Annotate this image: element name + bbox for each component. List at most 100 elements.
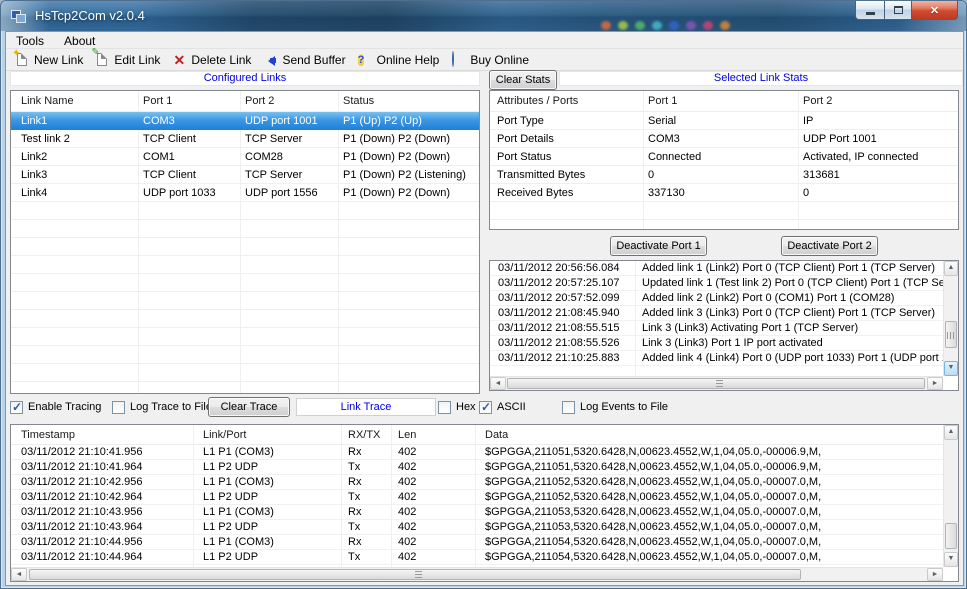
trace-row[interactable]: 03/11/2012 21:10:42.956 L1 P1 (COM3) Rx … [11, 475, 943, 490]
menu-tools[interactable]: Tools [6, 32, 54, 48]
cell-link-port: L1 P1 (COM3) [193, 535, 341, 550]
scroll-right-icon[interactable] [927, 568, 943, 581]
trace-row[interactable]: 03/11/2012 21:10:43.964 L1 P2 UDP Tx 402… [11, 520, 943, 535]
event-row[interactable]: 03/11/2012 21:08:45.940 Added link 3 (Li… [490, 306, 943, 321]
event-row[interactable]: 03/11/2012 20:56:56.084 Added link 1 (Li… [490, 261, 943, 276]
column-header-port2[interactable]: Port 2 [240, 91, 338, 111]
cell-event-message: Added link 1 (Link2) Port 0 (TCP Client)… [635, 261, 943, 276]
enable-tracing-checkbox[interactable]: Enable Tracing [10, 399, 101, 415]
clear-trace-button[interactable]: Clear Trace [208, 397, 290, 417]
scroll-down-icon[interactable] [944, 552, 958, 567]
cell-event-time: 03/11/2012 21:10:25.883 [490, 351, 635, 366]
cell-event-message: Updated link 1 (Test link 2) Port 0 (TCP… [635, 276, 943, 291]
link-row[interactable]: Link4 UDP port 1033 UDP port 1556 P1 (Do… [11, 184, 479, 202]
event-row[interactable]: 03/11/2012 20:57:25.107 Updated link 1 (… [490, 276, 943, 291]
column-header-status[interactable]: Status [338, 91, 479, 111]
clear-stats-button[interactable]: Clear Stats [489, 70, 557, 90]
delete-link-button[interactable]: ✕ Delete Link [167, 51, 258, 69]
column-header-rxtx[interactable]: RX/TX [341, 425, 391, 444]
edit-link-label: Edit Link [114, 53, 160, 67]
trace-vscrollbar[interactable] [943, 425, 958, 567]
column-header-stats-port2[interactable]: Port 2 [798, 91, 958, 111]
title-bar[interactable]: HsTcp2Com v2.0.4 ✕ [1, 1, 966, 31]
cell-rxtx: Tx [341, 490, 391, 505]
scroll-left-icon[interactable] [11, 568, 27, 581]
link-row[interactable]: Link2 COM1 COM28 P1 (Down) P2 (Down) [11, 148, 479, 166]
scroll-up-icon[interactable] [944, 261, 958, 276]
scroll-thumb[interactable] [945, 523, 957, 549]
ascii-checkbox[interactable]: ASCII [479, 399, 526, 415]
trace-row[interactable]: 03/11/2012 21:10:42.964 L1 P2 UDP Tx 402… [11, 490, 943, 505]
deactivate-port2-button[interactable]: Deactivate Port 2 [781, 236, 878, 256]
buy-online-button[interactable]: Buy Online [446, 51, 536, 69]
deactivate-port1-button[interactable]: Deactivate Port 1 [610, 236, 707, 256]
maximize-button[interactable] [884, 1, 912, 20]
event-row[interactable]: 03/11/2012 21:10:25.883 Added link 4 (Li… [490, 351, 943, 366]
scroll-thumb[interactable] [507, 378, 925, 389]
hex-checkbox[interactable]: Hex [438, 399, 476, 415]
menu-about[interactable]: About [54, 32, 105, 48]
cell-rxtx: Rx [341, 445, 391, 460]
cell-port2: COM28 [240, 148, 338, 166]
column-header-len[interactable]: Len [391, 425, 475, 444]
trace-hscrollbar[interactable] [11, 567, 943, 581]
link-row[interactable]: Test link 2 TCP Client TCP Server P1 (Do… [11, 130, 479, 148]
trace-row[interactable]: 03/11/2012 21:10:43.956 L1 P1 (COM3) Rx … [11, 505, 943, 520]
trace-rows: 03/11/2012 21:10:41.956 L1 P1 (COM3) Rx … [11, 445, 943, 567]
log-events-label: Log Events to File [580, 401, 668, 413]
minimize-button[interactable] [855, 1, 884, 20]
column-header-timestamp[interactable]: Timestamp [11, 425, 193, 444]
scroll-thumb[interactable] [945, 321, 957, 348]
event-row[interactable]: 03/11/2012 21:08:55.526 Link 3 (Link3) P… [490, 336, 943, 351]
scroll-thumb[interactable] [29, 569, 801, 580]
cell-timestamp: 03/11/2012 21:10:41.964 [11, 460, 193, 475]
trace-row[interactable]: 03/11/2012 21:10:44.964 L1 P2 UDP Tx 402… [11, 550, 943, 565]
cell-attribute: Received Bytes [490, 184, 643, 202]
cell-stats-port1: 337130 [643, 184, 798, 202]
event-row[interactable]: 03/11/2012 20:57:52.099 Added link 2 (Li… [490, 291, 943, 306]
cell-link-port: L1 P1 (COM3) [193, 505, 341, 520]
send-buffer-button[interactable]: Send Buffer [258, 51, 352, 69]
cell-stats-port2: Activated, IP connected [798, 148, 958, 166]
app-window: HsTcp2Com v2.0.4 ✕ Tools About ✦ New Lin… [0, 0, 967, 589]
scroll-up-icon[interactable] [944, 425, 958, 440]
edit-link-button[interactable]: ✎ Edit Link [90, 51, 167, 69]
trace-row[interactable]: 03/11/2012 21:10:41.956 L1 P1 (COM3) Rx … [11, 445, 943, 460]
event-log-vscrollbar[interactable] [943, 261, 958, 376]
configured-links-header: Configured Links [10, 71, 480, 86]
column-header-attributes[interactable]: Attributes / Ports [490, 91, 643, 111]
event-log-hscrollbar[interactable] [490, 376, 943, 390]
send-buffer-label: Send Buffer [282, 53, 345, 67]
link-trace-panel: Link Trace [296, 398, 436, 416]
online-help-button[interactable]: ? Online Help [353, 51, 447, 69]
scroll-left-icon[interactable] [490, 377, 506, 390]
trace-column-headers: Timestamp Link/Port RX/TX Len Data [11, 425, 943, 445]
trace-row[interactable]: 03/11/2012 21:10:41.964 L1 P2 UDP Tx 402… [11, 460, 943, 475]
scroll-right-icon[interactable] [927, 377, 943, 390]
scroll-down-icon[interactable] [944, 361, 958, 376]
event-log: 03/11/2012 20:56:56.084 Added link 1 (Li… [489, 260, 959, 391]
close-button[interactable]: ✕ [912, 1, 958, 20]
cell-data: $GPGGA,211051,5320.6428,N,00623.4552,W,1… [475, 445, 943, 460]
link-stats-table: Attributes / Ports Port 1 Port 2 Port Ty… [489, 90, 959, 230]
delete-link-label: Delete Link [191, 53, 251, 67]
cell-len: 402 [391, 490, 475, 505]
cell-status: P1 (Down) P2 (Down) [338, 130, 479, 148]
cell-port1: TCP Client [138, 166, 240, 184]
column-header-link-port[interactable]: Link/Port [193, 425, 341, 444]
cell-link-name: Test link 2 [11, 130, 138, 148]
new-link-button[interactable]: ✦ New Link [10, 51, 90, 69]
cell-stats-port1: Serial [643, 112, 798, 130]
link-row[interactable]: Link3 TCP Client TCP Server P1 (Down) P2… [11, 166, 479, 184]
cell-stats-port2: IP [798, 112, 958, 130]
column-header-data[interactable]: Data [475, 425, 943, 444]
trace-row[interactable]: 03/11/2012 21:10:44.956 L1 P1 (COM3) Rx … [11, 535, 943, 550]
event-row[interactable]: 03/11/2012 21:08:55.515 Link 3 (Link3) A… [490, 321, 943, 336]
cell-link-port: L1 P2 UDP [193, 550, 341, 565]
column-header-port1[interactable]: Port 1 [138, 91, 240, 111]
column-header-link-name[interactable]: Link Name [11, 91, 138, 111]
link-row[interactable]: Link1 COM3 UDP port 1001 P1 (Up) P2 (Up) [11, 112, 479, 130]
log-events-checkbox[interactable]: Log Events to File [562, 399, 668, 415]
log-trace-checkbox[interactable]: Log Trace to File [112, 399, 212, 415]
column-header-stats-port1[interactable]: Port 1 [643, 91, 798, 111]
